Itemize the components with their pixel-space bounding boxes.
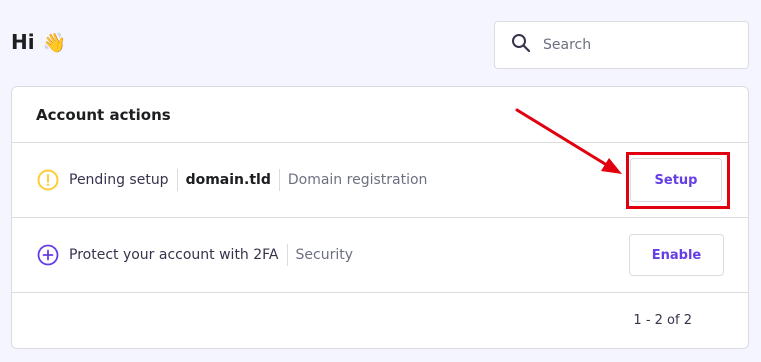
divider	[286, 244, 288, 266]
search-icon	[511, 33, 531, 57]
account-actions-card: Account actions Pending setup domain.tld…	[11, 86, 749, 349]
action-category: Security	[295, 247, 354, 263]
action-status: Protect your account with 2FA	[69, 247, 279, 263]
setup-button[interactable]: Setup	[630, 158, 722, 202]
action-category: Domain registration	[287, 172, 428, 188]
card-header: Account actions	[12, 87, 748, 143]
card-title: Account actions	[36, 105, 171, 124]
warning-circle-icon	[37, 169, 59, 191]
action-row-2fa: Protect your account with 2FA Security E…	[12, 218, 748, 293]
waving-hand-icon: 👋	[42, 31, 67, 54]
search-input[interactable]	[543, 37, 733, 53]
pagination-info: 1 - 2 of 2	[633, 313, 692, 328]
plus-circle-icon	[37, 244, 59, 266]
action-row-pending-setup: Pending setup domain.tld Domain registra…	[12, 143, 748, 218]
enable-button[interactable]: Enable	[629, 234, 724, 276]
search-box[interactable]	[494, 21, 749, 69]
greeting: Hi 👋	[11, 30, 66, 54]
divider	[278, 169, 280, 191]
action-status: Pending setup	[69, 172, 169, 188]
domain-name: domain.tld	[185, 172, 271, 188]
divider	[176, 169, 178, 191]
greeting-text: Hi	[11, 30, 35, 54]
